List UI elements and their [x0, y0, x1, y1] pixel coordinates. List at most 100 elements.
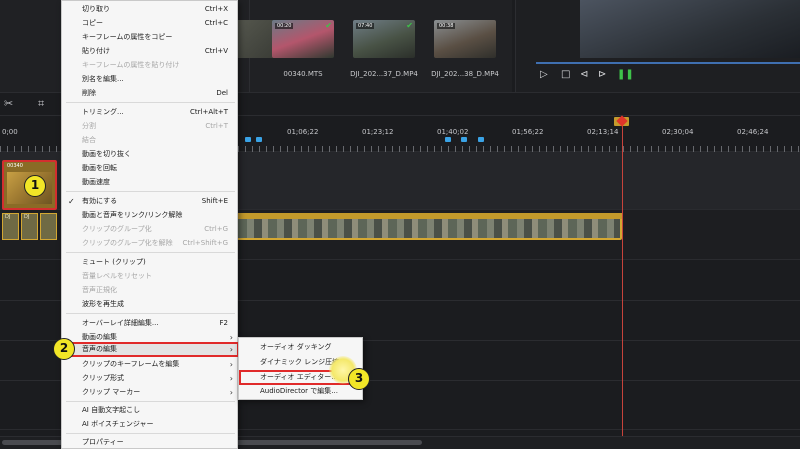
menu-item-enable[interactable]: ✓ 有効にする Shift+E — [62, 194, 239, 209]
menu-item-label: プロパティー — [82, 438, 124, 446]
menu-item-shortcut: Ctrl+X — [204, 5, 228, 13]
menu-item-regenerate-waveform[interactable]: 波形を再生成 — [62, 297, 239, 312]
timeline-marker[interactable] — [245, 137, 251, 142]
media-thumbnail: 00:38 — [434, 20, 496, 58]
menu-item-label: クリップのグループ化を解除 — [82, 239, 173, 247]
menu-item-label: 動画速度 — [82, 178, 110, 186]
clip-label: DJ — [5, 214, 11, 220]
menu-separator — [66, 102, 235, 103]
step-callout: 3 — [348, 368, 370, 390]
menu-item-label: 波形を再生成 — [82, 300, 124, 308]
clip-label: DJ — [24, 214, 30, 220]
ruler-label: 02;30;04 — [662, 128, 694, 136]
duration-label: 00:38 — [437, 23, 456, 29]
menu-item-ai-voice-changer[interactable]: AI ボイスチェンジャー — [62, 417, 239, 432]
menu-item-label: キーフレームの属性をコピー — [82, 33, 173, 41]
step-callout: 2 — [53, 338, 75, 360]
media-thumbnail: 07:40 ✔ — [353, 20, 415, 58]
playback-progress-bar[interactable] — [536, 62, 800, 64]
menu-item-edit-audio[interactable]: 音声の編集 › — [62, 342, 239, 357]
menu-item-label: トリミング... — [82, 108, 124, 116]
menu-item-label: 切り取り — [82, 5, 110, 13]
menu-item-label: クリップ形式 — [82, 374, 124, 382]
ruler-label: 0;00 — [2, 128, 18, 136]
scissors-icon[interactable]: ✂ — [4, 97, 13, 110]
menu-item-rotate-video[interactable]: 動画を回転 — [62, 161, 239, 176]
menu-item-label: 別名を編集... — [82, 75, 124, 83]
menu-item-link-unlink[interactable]: 動画と音声をリンク/リンク解除 — [62, 208, 239, 223]
menu-item-shortcut: Ctrl+Shift+G — [182, 239, 228, 247]
menu-item-paste[interactable]: 貼り付け Ctrl+V — [62, 44, 239, 59]
ruler-label: 01;23;12 — [362, 128, 394, 136]
play-icon[interactable]: ▷ — [540, 69, 548, 80]
media-thumbnail: 00:20 ✔ — [272, 20, 334, 58]
menu-separator — [66, 191, 235, 192]
menu-separator — [66, 313, 235, 314]
media-library: 00:20 ✔ 00340.MTS 07:40 ✔ DJI_202...37_D… — [214, 0, 512, 92]
menu-item-mute-clip[interactable]: ミュート (クリップ) — [62, 255, 239, 270]
crop-icon[interactable]: ⌗ — [38, 97, 44, 111]
menu-item-label: クリップのキーフレームを編集 — [82, 360, 180, 368]
menu-item-properties[interactable]: プロパティー — [62, 435, 239, 449]
timeline-marker[interactable] — [478, 137, 484, 142]
clip-header — [236, 213, 622, 219]
check-icon: ✓ — [68, 197, 75, 206]
ruler-label: 01;56;22 — [512, 128, 544, 136]
menu-item-crop-video[interactable]: 動画を切り抜く — [62, 147, 239, 162]
menu-item-label: オーディオ ダッキング — [260, 343, 332, 351]
menu-item-merge: 結合 — [62, 133, 239, 148]
ruler-label: 01;40;02 — [437, 128, 469, 136]
duration-label: 00:20 — [275, 23, 294, 29]
video-clip[interactable]: DJ — [21, 213, 38, 240]
menu-item-video-speed[interactable]: 動画速度 — [62, 175, 239, 190]
timeline-marker[interactable] — [461, 137, 467, 142]
menu-item-copy-keyframe-attributes[interactable]: キーフレームの属性をコピー — [62, 30, 239, 45]
stop-icon[interactable]: □ — [561, 69, 570, 80]
menu-item-shortcut: Shift+E — [201, 197, 228, 205]
video-clip[interactable]: DJ — [2, 213, 19, 240]
menu-item-ungroup-clips: クリップのグループ化を解除 Ctrl+Shift+G — [62, 236, 239, 251]
menu-item-label: クリップ マーカー — [82, 388, 141, 396]
menu-item-copy[interactable]: コピー Ctrl+C — [62, 16, 239, 31]
menu-item-trim[interactable]: トリミング... Ctrl+Alt+T — [62, 105, 239, 120]
menu-item-clip-format[interactable]: クリップ形式 › — [62, 371, 239, 386]
clip-group: DJ DJ — [2, 213, 60, 240]
menu-item-ai-transcription[interactable]: AI 自動文字起こし — [62, 403, 239, 418]
editor-window: 00:20 ✔ 00340.MTS 07:40 ✔ DJI_202...37_D… — [0, 0, 800, 449]
timeline-marker[interactable] — [445, 137, 451, 142]
menu-item-delete[interactable]: 削除 Del — [62, 86, 239, 101]
clip-title: 00340 — [7, 163, 23, 169]
context-menu: 切り取り Ctrl+X コピー Ctrl+C キーフレームの属性をコピー 貼り付け C… — [61, 0, 239, 449]
menu-item-split: 分割 Ctrl+T — [62, 119, 239, 134]
menu-item-label: オーバーレイ詳細編集... — [82, 319, 159, 327]
ruler-label: 02;13;14 — [587, 128, 619, 136]
menu-item-cut[interactable]: 切り取り Ctrl+X — [62, 2, 239, 17]
menu-item-label: コピー — [82, 19, 103, 27]
timeline-marker[interactable] — [256, 137, 262, 142]
menu-item-clip-marker[interactable]: クリップ マーカー › — [62, 385, 239, 400]
pause-icon[interactable]: ❚❚ — [617, 69, 634, 80]
menu-item-label: 結合 — [82, 136, 96, 144]
menu-item-shortcut: Ctrl+V — [204, 47, 228, 55]
menu-separator — [66, 401, 235, 402]
menu-item-shortcut: Ctrl+C — [204, 19, 228, 27]
menu-item-group-clips: クリップのグループ化 Ctrl+G — [62, 222, 239, 237]
menu-item-edit-clip-keyframes[interactable]: クリップのキーフレームを編集 › — [62, 357, 239, 372]
ruler-label: 01;06;22 — [287, 128, 319, 136]
menu-item-label: 動画を切り抜く — [82, 150, 131, 158]
submenu-item-audiodirector[interactable]: AudioDirector で編集... — [239, 384, 364, 399]
menu-item-label: 有効にする — [82, 197, 118, 205]
menu-item-label: クリップのグループ化 — [82, 225, 152, 233]
menu-item-label: AudioDirector で編集... — [260, 387, 338, 395]
menu-item-overlay-detail-edit[interactable]: オーバーレイ詳細編集... F2 — [62, 316, 239, 331]
menu-item-label: オーディオ エディター... — [260, 373, 338, 381]
menu-item-shortcut: Ctrl+Alt+T — [190, 108, 228, 116]
menu-item-normalize-audio: 音声正規化 — [62, 283, 239, 298]
prev-frame-icon[interactable]: ⊲ — [580, 69, 588, 80]
menu-item-paste-keyframe-attributes: キーフレームの属性を貼り付け — [62, 58, 239, 73]
submenu-item-audio-ducking[interactable]: オーディオ ダッキング — [239, 340, 364, 355]
menu-item-label: 分割 — [82, 122, 96, 130]
next-frame-icon[interactable]: ⊳ — [598, 69, 606, 80]
menu-item-edit-alias[interactable]: 別名を編集... — [62, 72, 239, 87]
video-clip[interactable] — [40, 213, 57, 240]
